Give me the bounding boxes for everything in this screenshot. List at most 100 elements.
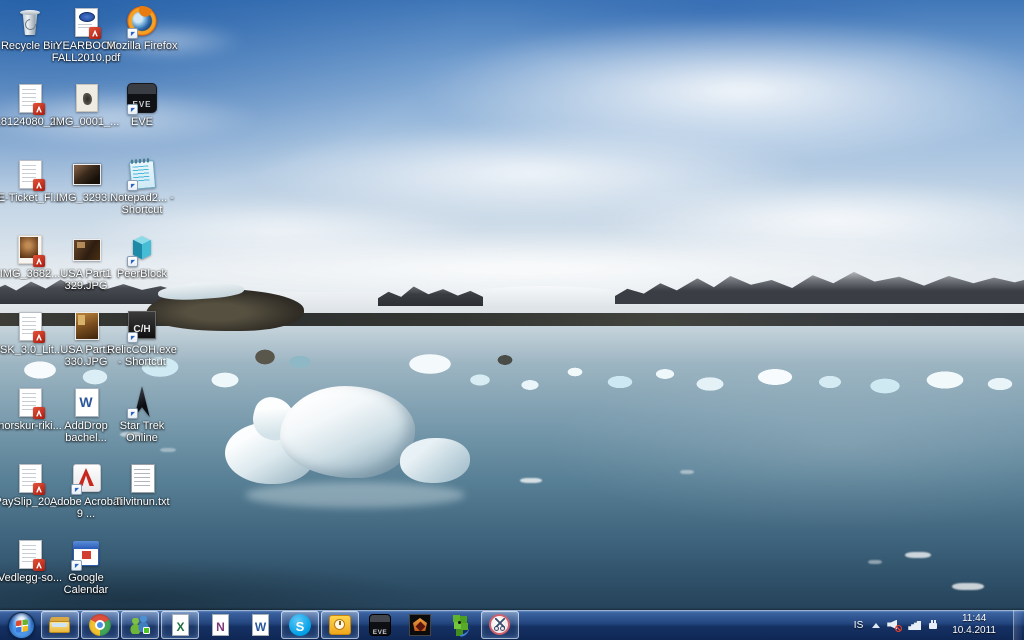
wallpaper-foam xyxy=(868,560,882,564)
hidden-icons-chevron[interactable] xyxy=(872,622,881,628)
windows-flag-icon xyxy=(16,619,28,633)
power-plug-icon[interactable] xyxy=(927,619,939,631)
shortcut-arrow-icon xyxy=(127,256,138,267)
wallpaper-foam xyxy=(680,470,694,474)
desktop-icon-reliccoh-exe-shortcut[interactable]: RelicCOH.exe - Shortcut xyxy=(114,307,170,383)
desktop-icon-mozilla-firefox[interactable]: Mozilla Firefox xyxy=(114,3,170,79)
pdf-document-icon xyxy=(68,5,104,39)
excel-icon xyxy=(167,612,193,638)
windows-live-messenger-taskbar-button[interactable] xyxy=(121,611,159,639)
pdf-badge-icon xyxy=(33,331,45,343)
shortcut-arrow-icon xyxy=(127,332,138,343)
pdf-badge-icon xyxy=(33,407,45,419)
company-of-heroes-icon xyxy=(124,309,160,343)
clock-date: 10.4.2011 xyxy=(952,625,996,637)
desktop-icon-google-calendar[interactable]: Google Calendar xyxy=(58,535,114,611)
desktop-icon-label: Notepad2... - Shortcut xyxy=(104,192,180,216)
image-file-icon xyxy=(68,157,104,191)
shortcut-arrow-icon xyxy=(71,484,82,495)
messenger-icon xyxy=(127,612,153,638)
desktop-icon-label: EVE xyxy=(104,116,180,128)
shortcut-arrow-icon xyxy=(127,28,138,39)
windows-explorer-taskbar-button[interactable] xyxy=(41,611,79,639)
snipping-tool-taskbar-button[interactable] xyxy=(481,611,519,639)
pdf-badge-icon xyxy=(89,27,101,39)
desktop-icon-label: RelicCOH.exe - Shortcut xyxy=(104,344,180,368)
desktop-icon-label: Star Trek Online xyxy=(104,420,180,444)
snipping-icon xyxy=(487,612,513,638)
pdf-badge-icon xyxy=(33,559,45,571)
wallpaper-foam xyxy=(905,552,931,558)
desktop-icon-grid: Recycle BinYEARBOOK FALL2010.pdfMozilla … xyxy=(2,3,170,611)
jpg-photo-icon xyxy=(68,309,104,343)
word-icon xyxy=(247,612,273,638)
desktop-icon-notepad2-shortcut[interactable]: Notepad2... - Shortcut xyxy=(114,155,170,231)
excel-taskbar-button[interactable] xyxy=(161,611,199,639)
desktop-icon-label: PeerBlock xyxy=(104,268,180,280)
eve-icon xyxy=(367,612,393,638)
pdf-document-icon xyxy=(12,81,48,115)
pdf-badge-icon xyxy=(33,255,45,267)
language-indicator[interactable]: IS xyxy=(852,620,865,631)
desktop-icon-tilvitnun-txt[interactable]: Tilvitnun.txt xyxy=(114,459,170,535)
pdf-document-icon xyxy=(12,461,48,495)
desktop-icon-label: Mozilla Firefox xyxy=(104,40,180,52)
jpg-photo-icon xyxy=(68,233,104,267)
eve-online-taskbar-button[interactable] xyxy=(361,611,399,639)
word-taskbar-button[interactable] xyxy=(241,611,279,639)
skype-taskbar-button[interactable] xyxy=(281,611,319,639)
google-chrome-taskbar-button[interactable] xyxy=(81,611,119,639)
network-signal-icon[interactable] xyxy=(908,620,921,630)
onenote-taskbar-button[interactable] xyxy=(201,611,239,639)
peerblock-cube-icon xyxy=(124,233,160,267)
company-of-heroes-taskbar-button[interactable] xyxy=(401,611,439,639)
pdf-badge-icon xyxy=(33,103,45,115)
firefox-icon xyxy=(124,5,160,39)
tray-icon-strip xyxy=(872,619,939,632)
greenapp-icon xyxy=(447,612,473,638)
pdf-document-icon xyxy=(12,385,48,419)
desktop-icon-eve[interactable]: EVE xyxy=(114,79,170,155)
coh-icon xyxy=(407,612,433,638)
explorer-icon xyxy=(47,612,73,638)
volume-muted-icon[interactable] xyxy=(887,619,902,632)
wallpaper-big-iceberg xyxy=(225,380,480,510)
pdf-document-icon xyxy=(12,537,48,571)
shortcut-arrow-icon xyxy=(127,104,138,115)
system-tray: IS 11:44 10.4.2011 xyxy=(852,610,1022,640)
wallpaper-foam xyxy=(520,478,542,483)
pdf-document-icon xyxy=(12,309,48,343)
outlook-taskbar-button[interactable] xyxy=(321,611,359,639)
clock[interactable]: 11:44 10.4.2011 xyxy=(946,613,1002,637)
windows-orb-icon xyxy=(8,612,35,639)
image-file-icon xyxy=(68,81,104,115)
notepad2-icon xyxy=(124,157,160,191)
recycle-bin-icon xyxy=(12,5,48,39)
wallpaper-foam xyxy=(952,583,984,590)
pdf-document-icon xyxy=(12,157,48,191)
eve-online-icon xyxy=(124,81,160,115)
desktop-icon-star-trek-online[interactable]: Star Trek Online xyxy=(114,383,170,459)
shortcut-arrow-icon xyxy=(71,560,82,571)
show-desktop-button[interactable] xyxy=(1013,610,1022,640)
desktop-icon-label: Tilvitnun.txt xyxy=(104,496,180,508)
start-button[interactable] xyxy=(2,610,40,640)
taskbar-pinned-items xyxy=(40,610,520,640)
taskbar: IS 11:44 10.4.2011 xyxy=(0,610,1024,640)
desktop-icon-peerblock[interactable]: PeerBlock xyxy=(114,231,170,307)
green-app-taskbar-button[interactable] xyxy=(441,611,479,639)
chrome-icon xyxy=(87,612,113,638)
onenote-icon xyxy=(207,612,233,638)
text-file-icon xyxy=(124,461,160,495)
skype-icon xyxy=(287,612,313,638)
shortcut-arrow-icon xyxy=(127,408,138,419)
windows-desktop: Recycle BinYEARBOOK FALL2010.pdfMozilla … xyxy=(0,0,1024,640)
desktop-icon-label: Google Calendar xyxy=(48,572,124,596)
star-trek-delta-icon xyxy=(124,385,160,419)
pdf-badge-icon xyxy=(33,179,45,191)
pdf-badge-icon xyxy=(33,483,45,495)
adobe-acrobat-icon xyxy=(68,461,104,495)
image-pdf-icon xyxy=(12,233,48,267)
shortcut-arrow-icon xyxy=(127,180,138,191)
outlook-icon xyxy=(327,612,353,638)
